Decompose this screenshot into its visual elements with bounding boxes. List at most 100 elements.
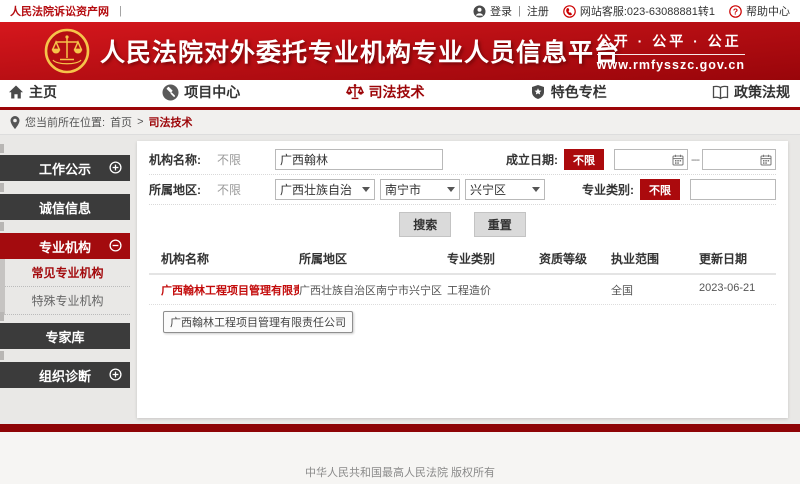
footer: 中华人民共和国最高人民法院 版权所有 — [0, 432, 800, 484]
column-header-updated: 更新日期 — [699, 250, 776, 267]
table-row: 广西翰林工程项目管理有限责任... 广西壮族自治区南宁市兴宁区 工程造价 全国 … — [149, 275, 776, 305]
sidebar-item-org-diagnosis[interactable]: 组织诊断 — [0, 362, 130, 388]
cell-scope: 全国 — [611, 282, 699, 298]
column-header-grade: 资质等级 — [539, 250, 611, 267]
minus-circle-icon[interactable] — [109, 239, 122, 252]
content-area: 工作公示 诚信信息 专业机构 常见专业机构 特殊专业机构 专家库 组织诊断 — [0, 135, 800, 424]
district-select[interactable]: 兴宁区 — [465, 179, 545, 200]
banner-title: 人民法院对外委托专业机构专业人员信息平台 — [100, 33, 620, 69]
nav-item-featured-column[interactable]: 特色专栏 — [530, 82, 607, 102]
nav-label: 政策法规 — [734, 82, 790, 102]
breadcrumb-current: 司法技术 — [149, 114, 193, 130]
login-register-divider: | — [518, 5, 521, 17]
help-center-link[interactable]: 帮助中心 — [746, 3, 790, 19]
date-range-separator: --- — [691, 154, 699, 166]
banner-slogan: 公开 · 公平 · 公正 — [597, 31, 745, 55]
shield-star-icon — [530, 84, 546, 100]
founded-unlimited-button[interactable]: 不限 — [564, 149, 604, 170]
page: { "colors": { "brand_red": "#a30b0e", "b… — [0, 0, 800, 484]
plus-circle-icon[interactable] — [109, 161, 122, 174]
banner: 人民法院对外委托专业机构专业人员信息平台 公开 · 公平 · 公正 www.rm… — [0, 22, 800, 80]
project-gavel-icon — [162, 84, 179, 101]
sidebar-item-integrity-info[interactable]: 诚信信息 — [0, 194, 130, 220]
nav-label: 主页 — [29, 82, 57, 102]
phone-icon — [563, 5, 576, 18]
nav-label: 项目中心 — [184, 82, 240, 102]
register-link[interactable]: 注册 — [527, 3, 549, 19]
topbar: 人民法院诉讼资产网 | 登录 | 注册 网站客服:023-63088881转1 … — [0, 0, 800, 22]
org-name-any-option[interactable]: 不限 — [217, 151, 275, 168]
founded-date-label: 成立日期: — [506, 151, 558, 168]
district-select-value: 兴宁区 — [470, 181, 506, 198]
nav-item-policy-regulations[interactable]: 政策法规 — [712, 82, 790, 102]
nav-item-project-center[interactable]: 项目中心 — [162, 82, 240, 102]
nav-item-judicial-technology[interactable]: 司法技术 — [346, 82, 425, 102]
province-select[interactable]: 广西壮族自治 — [275, 179, 375, 200]
plus-circle-icon[interactable] — [109, 368, 122, 381]
user-icon — [473, 5, 486, 18]
book-icon — [712, 85, 729, 100]
org-name-label: 机构名称: — [149, 151, 217, 168]
login-link[interactable]: 登录 — [490, 3, 512, 19]
nav-label: 特色专栏 — [551, 82, 607, 102]
reset-button[interactable]: 重置 — [474, 212, 526, 237]
banner-website: www.rmfysszc.gov.cn — [597, 58, 745, 72]
nav-item-home[interactable]: 主页 — [8, 82, 57, 102]
sidebar-item-label: 诚信信息 — [39, 198, 91, 217]
org-name-input[interactable] — [275, 149, 443, 170]
category-label: 专业类别: — [582, 181, 634, 198]
scales-icon — [346, 83, 364, 101]
submenu-item-common-org[interactable]: 常见专业机构 — [5, 259, 130, 287]
breadcrumb-separator: > — [137, 116, 143, 128]
sidebar-submenu: 常见专业机构 特殊专业机构 — [0, 259, 130, 315]
calendar-icon[interactable] — [672, 154, 684, 166]
cell-grade — [539, 282, 611, 298]
sidebar-item-professional-org[interactable]: 专业机构 — [0, 233, 130, 259]
org-name-link[interactable]: 广西翰林工程项目管理有限责任... — [161, 285, 299, 297]
column-header-scope: 执业范围 — [611, 250, 699, 267]
search-button[interactable]: 搜索 — [399, 212, 451, 237]
calendar-icon[interactable] — [760, 154, 772, 166]
province-select-value: 广西壮族自治 — [280, 181, 352, 198]
region-any-option[interactable]: 不限 — [217, 181, 275, 198]
sidebar-item-label: 组织诊断 — [39, 366, 91, 385]
site-name-link[interactable]: 人民法院诉讼资产网 — [10, 3, 109, 19]
sidebar: 工作公示 诚信信息 专业机构 常见专业机构 特殊专业机构 专家库 组织诊断 — [0, 155, 130, 401]
sidebar-item-expert-library[interactable]: 专家库 — [0, 323, 130, 349]
sidebar-item-label: 专家库 — [45, 327, 84, 346]
form-actions: 搜索 重置 — [149, 205, 776, 243]
nav-label: 司法技术 — [369, 82, 425, 102]
city-select[interactable]: 南宁市 — [380, 179, 460, 200]
table-header: 机构名称 所属地区 专业类别 资质等级 执业范围 更新日期 — [149, 243, 776, 275]
breadcrumb-home-link[interactable]: 首页 — [110, 114, 132, 130]
form-row-org-name: 机构名称: 不限 成立日期: 不限 --- — [149, 145, 776, 175]
founded-end-date-input[interactable] — [702, 149, 776, 170]
topbar-divider: | — [119, 5, 122, 17]
chevron-down-icon — [447, 187, 455, 192]
cell-category: 工程造价 — [447, 282, 539, 298]
sidebar-item-work-public[interactable]: 工作公示 — [0, 155, 130, 181]
breadcrumb: 您当前所在位置: 首页 > 司法技术 — [0, 110, 800, 135]
sidebar-item-label: 工作公示 — [39, 159, 91, 178]
court-emblem-logo — [44, 28, 90, 74]
category-unlimited-button[interactable]: 不限 — [640, 179, 680, 200]
city-select-value: 南宁市 — [385, 181, 421, 198]
region-label: 所属地区: — [149, 181, 217, 198]
chevron-down-icon — [362, 187, 370, 192]
cell-updated: 2023-06-21 — [699, 282, 776, 298]
form-row-region: 所属地区: 不限 广西壮族自治 南宁市 兴宁区 专业类别: 不限 — [149, 175, 776, 205]
cell-region: 广西壮族自治区南宁市兴宁区 — [299, 282, 447, 298]
submenu-item-special-org[interactable]: 特殊专业机构 — [5, 287, 130, 315]
svg-text:?: ? — [733, 6, 738, 16]
category-input[interactable] — [690, 179, 776, 200]
service-phone-text: 网站客服:023-63088881转1 — [580, 3, 715, 19]
chevron-down-icon — [532, 187, 540, 192]
main-panel: 机构名称: 不限 成立日期: 不限 --- 所属地区: 不限 广西 — [137, 141, 788, 418]
column-header-category: 专业类别 — [447, 250, 539, 267]
main-nav: 主页 项目中心 司法技术 — [0, 80, 800, 110]
home-icon — [8, 84, 24, 100]
breadcrumb-prefix: 您当前所在位置: — [25, 114, 105, 130]
column-header-org-name: 机构名称 — [149, 250, 299, 267]
founded-start-date-input[interactable] — [614, 149, 688, 170]
copyright-text: 中华人民共和国最高人民法院 版权所有 — [305, 467, 495, 479]
